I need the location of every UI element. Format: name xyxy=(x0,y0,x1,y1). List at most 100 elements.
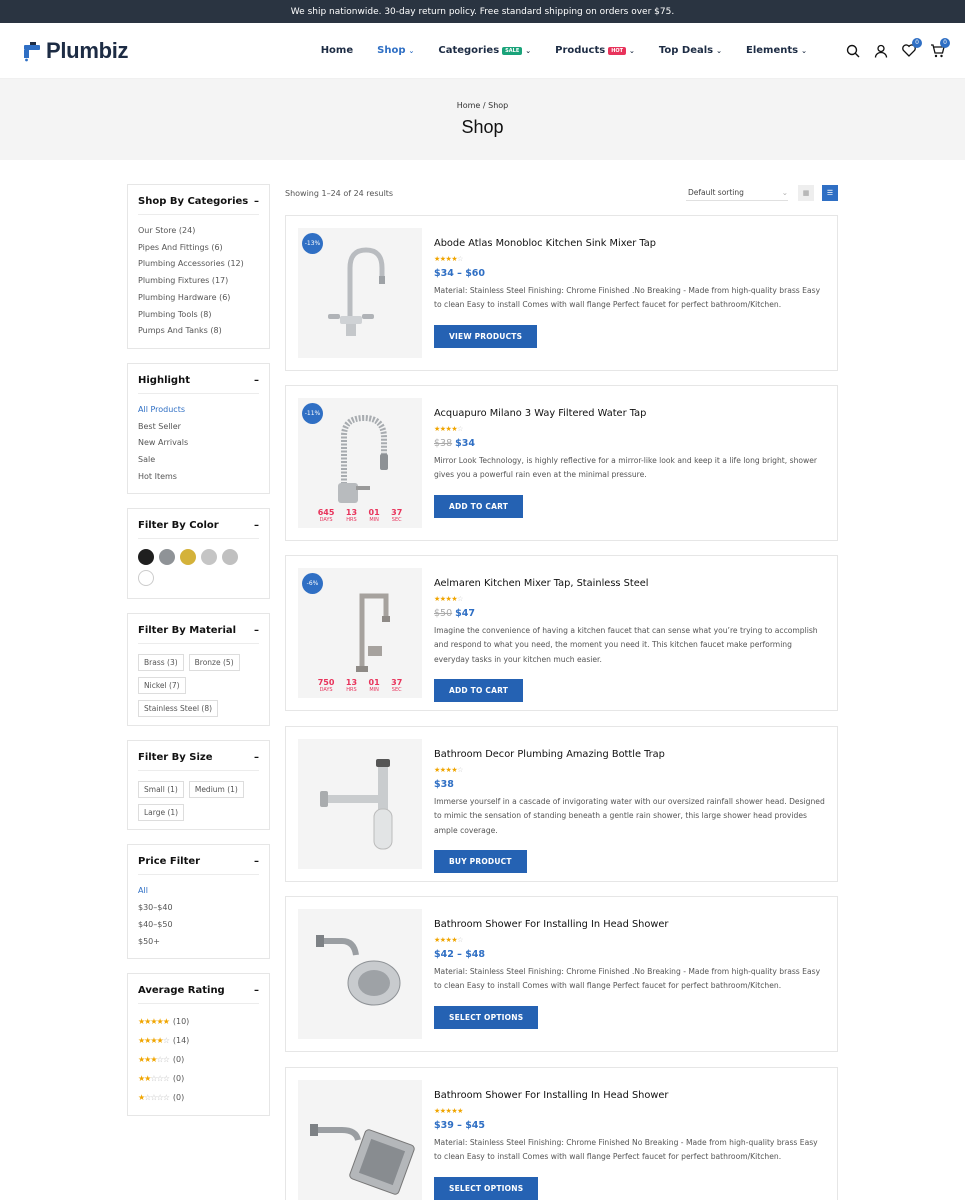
rating-filter-widget-header[interactable]: Average Rating – xyxy=(138,985,259,1005)
color-swatch[interactable] xyxy=(222,549,238,566)
product-title[interactable]: Abode Atlas Monobloc Kitchen Sink Mixer … xyxy=(434,238,826,249)
collapse-icon[interactable]: – xyxy=(254,856,259,867)
product-image[interactable] xyxy=(298,1080,422,1200)
product-image[interactable]: -11% 645 DAYS 13 HRS 01 MIN 37 SEC xyxy=(298,398,422,528)
filter-list-item[interactable]: $40–$50 xyxy=(138,917,259,934)
product-image[interactable] xyxy=(298,909,422,1039)
nav-item-shop[interactable]: Shop ⌄ xyxy=(377,45,414,56)
countdown-unit: 01 MIN xyxy=(369,508,380,523)
product-action-button[interactable]: BUY PRODUCT xyxy=(434,849,527,873)
rating-filter-row[interactable]: ★☆☆☆☆ (0) xyxy=(138,1088,259,1107)
product-title[interactable]: Acquapuro Milano 3 Way Filtered Water Ta… xyxy=(434,408,826,419)
product-title[interactable]: Bathroom Shower For Installing In Head S… xyxy=(434,1090,826,1101)
size-filter-widget-header[interactable]: Filter By Size – xyxy=(138,752,259,772)
filter-list-item[interactable]: Best Seller xyxy=(138,419,259,436)
breadcrumb: Home / Shop xyxy=(457,101,509,110)
product-image[interactable]: -6% 750 DAYS 13 HRS 01 MIN 37 SEC xyxy=(298,568,422,698)
star-rating-icon: ★★★★☆ xyxy=(138,1036,170,1046)
user-icon[interactable] xyxy=(873,43,889,59)
rating-count: (10) xyxy=(172,1017,190,1027)
wishlist-icon[interactable]: 0 xyxy=(901,37,922,59)
nav-item-home[interactable]: Home xyxy=(321,45,353,56)
product-action-button[interactable]: SELECT OPTIONS xyxy=(434,1176,539,1200)
highlight-widget-header[interactable]: Highlight – xyxy=(138,375,259,394)
collapse-icon[interactable]: – xyxy=(254,375,259,386)
product-action-button[interactable]: ADD TO CART xyxy=(434,678,524,702)
countdown-value: 01 xyxy=(368,508,380,517)
breadcrumb-current: Shop xyxy=(488,101,509,110)
countdown-unit: 37 SEC xyxy=(391,678,402,693)
filter-list-item[interactable]: Our Store (24) xyxy=(138,223,259,240)
price-filter-widget-header[interactable]: Price Filter – xyxy=(138,856,259,876)
color-swatch[interactable] xyxy=(138,549,154,566)
filter-list-item[interactable]: Hot Items xyxy=(138,469,259,486)
countdown-unit: 37 SEC xyxy=(391,508,402,523)
product-action-button[interactable]: ADD TO CART xyxy=(434,494,524,518)
filter-list-item[interactable]: Plumbing Fixtures (17) xyxy=(138,273,259,290)
widget-title: Filter By Color xyxy=(138,520,219,532)
filter-list-item[interactable]: Plumbing Tools (8) xyxy=(138,307,259,324)
color-swatch[interactable] xyxy=(159,549,175,566)
filter-list-item[interactable]: Plumbing Accessories (12) xyxy=(138,256,259,273)
highlight-widget: Highlight – All Products Best Seller New Arr… xyxy=(127,362,270,495)
filter-list-item[interactable]: All Products xyxy=(138,402,259,419)
filter-tag[interactable]: Large (1) xyxy=(138,804,185,822)
filter-list-item[interactable]: Pumps And Tanks (8) xyxy=(138,323,259,340)
filter-list-item[interactable]: All xyxy=(138,883,259,900)
filter-list-item[interactable]: Sale xyxy=(138,452,259,469)
filter-list-item[interactable]: $30–$40 xyxy=(138,900,259,917)
product-info: Acquapuro Milano 3 Way Filtered Water Ta… xyxy=(434,408,826,518)
filter-tag[interactable]: Brass (3) xyxy=(138,654,184,672)
color-swatch[interactable] xyxy=(180,549,196,566)
product-action-button[interactable]: VIEW PRODUCTS xyxy=(434,324,538,348)
filter-list-item[interactable]: Plumbing Hardware (6) xyxy=(138,290,259,307)
nav-item-label: Products xyxy=(555,45,606,56)
collapse-icon[interactable]: – xyxy=(254,196,259,207)
product-title[interactable]: Aelmaren Kitchen Mixer Tap, Stainless St… xyxy=(434,578,826,589)
collapse-icon[interactable]: – xyxy=(254,625,259,636)
filter-list: Our Store (24) Pipes And Fittings (6) Plum… xyxy=(138,223,259,340)
nav-item-categories[interactable]: Categories SALE ⌄ xyxy=(438,45,531,56)
product-title[interactable]: Bathroom Decor Plumbing Amazing Bottle T… xyxy=(434,749,826,760)
color-swatch[interactable] xyxy=(138,570,154,587)
filter-list-item[interactable]: Pipes And Fittings (6) xyxy=(138,240,259,257)
list-view-icon[interactable]: ☰ xyxy=(822,185,838,201)
shop-sidebar: Shop By Categories – Our Store (24) Pipes A… xyxy=(127,184,270,1130)
color-filter-widget-header[interactable]: Filter By Color – xyxy=(138,520,259,540)
rating-filter-row[interactable]: ★★☆☆☆ (0) xyxy=(138,1069,259,1088)
nav-item-products[interactable]: Products HOT ⌄ xyxy=(555,45,635,56)
product-image[interactable]: -13% xyxy=(298,228,422,358)
current-price: $47 xyxy=(455,608,475,619)
grid-view-icon[interactable]: ▦ xyxy=(798,185,814,201)
cart-count-badge: 0 xyxy=(940,37,950,48)
filter-tag[interactable]: Bronze (5) xyxy=(188,654,240,672)
collapse-icon[interactable]: – xyxy=(254,752,259,763)
nav-item-elements[interactable]: Elements ⌄ xyxy=(746,45,807,56)
filter-list-item[interactable]: New Arrivals xyxy=(138,435,259,452)
breadcrumb-home[interactable]: Home xyxy=(457,101,481,110)
rating-filter-row[interactable]: ★★★☆☆ (0) xyxy=(138,1050,259,1069)
filter-tag[interactable]: Stainless Steel (8) xyxy=(138,700,219,718)
product-action-button[interactable]: SELECT OPTIONS xyxy=(434,1005,539,1029)
collapse-icon[interactable]: – xyxy=(254,520,259,531)
collapse-icon[interactable]: – xyxy=(254,985,259,996)
product-price: $38 xyxy=(434,779,826,790)
color-swatch[interactable] xyxy=(201,549,217,566)
categories-widget-header[interactable]: Shop By Categories – xyxy=(138,196,259,215)
nav-item-top-deals[interactable]: Top Deals ⌄ xyxy=(659,45,722,56)
product-title[interactable]: Bathroom Shower For Installing In Head S… xyxy=(434,919,826,930)
filter-tag[interactable]: Nickel (7) xyxy=(138,677,186,695)
filter-tag[interactable]: Medium (1) xyxy=(188,781,244,799)
rating-filter-row[interactable]: ★★★★☆ (14) xyxy=(138,1031,259,1050)
filter-tag[interactable]: Small (1) xyxy=(138,781,184,799)
logo[interactable]: Plumbiz xyxy=(22,38,129,64)
filter-list-item[interactable]: $50+ xyxy=(138,934,259,951)
cart-icon[interactable]: 0 xyxy=(929,37,950,59)
product-image[interactable] xyxy=(298,739,422,869)
material-filter-widget-header[interactable]: Filter By Material – xyxy=(138,625,259,645)
rating-filter-row[interactable]: ★★★★★ (10) xyxy=(138,1012,259,1031)
search-icon[interactable] xyxy=(845,43,861,59)
sort-select[interactable]: Default sorting ⌄ xyxy=(686,185,788,201)
countdown-label: DAYS xyxy=(319,687,333,693)
categories-widget: Shop By Categories – Our Store (24) Pipes A… xyxy=(127,184,270,349)
